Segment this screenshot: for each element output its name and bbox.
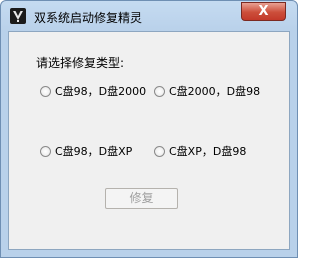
option-label: C盘2000，D盘98 [169, 85, 261, 98]
option-label: C盘XP，D盘98 [169, 145, 247, 158]
option-label: C盘98，D盘2000 [55, 85, 147, 98]
radio-button[interactable] [40, 146, 51, 157]
close-button[interactable]: X [241, 2, 286, 21]
app-icon [10, 8, 26, 24]
title-bar[interactable]: 双系统启动修复精灵 X [1, 1, 297, 31]
radio-button[interactable] [154, 146, 165, 157]
repair-button-label: 修复 [129, 191, 154, 205]
repair-button[interactable]: 修复 [105, 188, 178, 209]
dialog-body: 请选择修复类型: C盘98，D盘2000 C盘2000，D盘98 C盘98，D盘… [8, 31, 290, 250]
radio-button[interactable] [154, 86, 165, 97]
radio-button[interactable] [40, 86, 51, 97]
close-icon: X [258, 4, 269, 19]
window-title: 双系统启动修复精灵 [34, 11, 143, 25]
prompt-label: 请选择修复类型: [36, 56, 125, 70]
option-label: C盘98，D盘XP [55, 145, 133, 158]
app-window: 双系统启动修复精灵 X 请选择修复类型: C盘98，D盘2000 C盘2000，… [0, 0, 298, 258]
